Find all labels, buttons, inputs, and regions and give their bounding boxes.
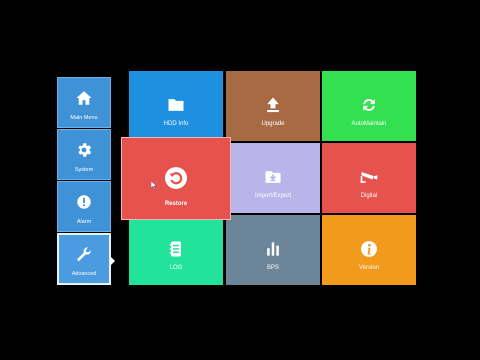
tile-hdd-info[interactable]: HDD Info	[129, 71, 223, 141]
refresh-icon	[322, 95, 416, 115]
tile-log[interactable]: LOG	[129, 215, 223, 285]
sidebar-item-alarm[interactable]: Alarm	[57, 181, 111, 232]
tile-label: Upgrade	[261, 121, 285, 127]
tile-bps[interactable]: BPS	[226, 215, 320, 285]
selection-pointer	[110, 256, 115, 266]
bar-chart-icon	[226, 239, 320, 259]
folder-icon	[129, 95, 223, 115]
tile-label: Restore	[164, 201, 188, 207]
tile-restore[interactable]: Restore	[121, 137, 231, 220]
tile-label: AutoMaintain	[351, 121, 387, 127]
sidebar-item-label: System	[74, 167, 94, 173]
tile-version[interactable]: Version	[322, 215, 416, 285]
tile-label: BPS	[266, 265, 279, 271]
tile-digital[interactable]: Digital	[322, 143, 416, 213]
tile-upgrade[interactable]: Upgrade	[226, 71, 320, 141]
tile-automaintain[interactable]: AutoMaintain	[322, 71, 416, 141]
camera-icon	[322, 167, 416, 187]
sidebar-item-system[interactable]: System	[57, 129, 111, 180]
sidebar-item-advanced[interactable]: Advanced	[57, 233, 111, 285]
alarm-icon	[58, 193, 110, 211]
tile-label: Version	[358, 265, 379, 271]
sidebar-item-label: Main Menu	[70, 115, 98, 121]
sidebar-item-label: Advanced	[71, 271, 97, 277]
info-icon	[322, 239, 416, 259]
tile-label: HDD Info	[163, 121, 189, 127]
folder-download-icon	[226, 167, 320, 187]
sidebar-item-main-menu[interactable]: Main Menu	[57, 77, 111, 128]
tile-label: Import/Export	[254, 193, 291, 199]
tile-label: Digital	[360, 193, 378, 199]
restore-icon	[122, 166, 230, 190]
sidebar-item-label: Alarm	[76, 219, 92, 225]
log-icon	[129, 239, 223, 259]
home-icon	[58, 89, 110, 107]
tile-label: LOG	[169, 265, 183, 271]
wrench-icon	[59, 246, 109, 264]
mouse-cursor-icon	[150, 177, 158, 195]
tile-import-export[interactable]: Import/Export	[226, 143, 320, 213]
gear-icon	[58, 141, 110, 159]
upload-arrow-icon	[226, 95, 320, 115]
